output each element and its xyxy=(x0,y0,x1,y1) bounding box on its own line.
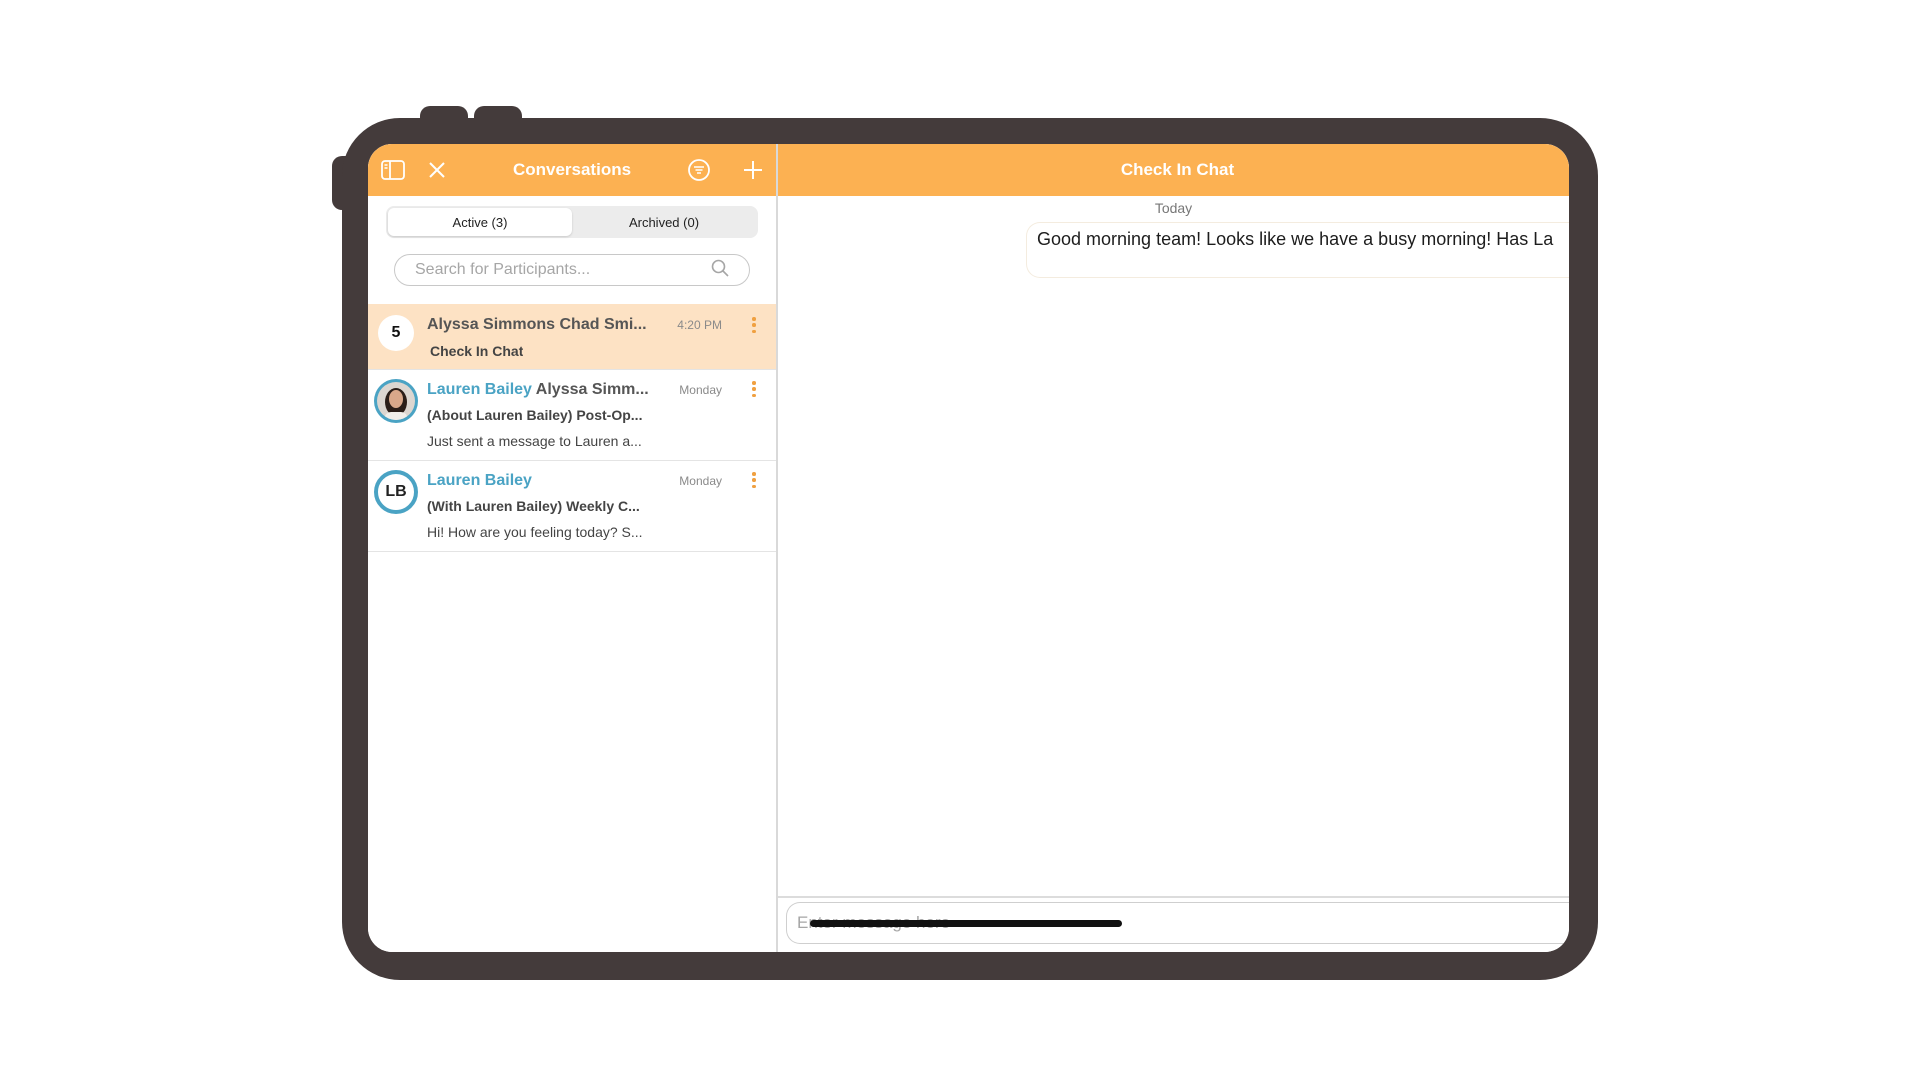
more-options-icon[interactable] xyxy=(748,468,760,492)
chat-pane: Check In Chat Today Good morning team! L… xyxy=(778,144,1569,952)
conversation-participants: Lauren Bailey Alyssa Simm... xyxy=(427,381,649,399)
conversations-pane: Conversations Active (3) Archived (0) 5 xyxy=(368,144,778,952)
conversation-row[interactable]: 5 Alyssa Simmons Chad Smi... Check In Ch… xyxy=(368,304,776,370)
more-options-icon[interactable] xyxy=(748,313,760,337)
tab-active[interactable]: Active (3) xyxy=(388,208,572,236)
conversations-header: Conversations xyxy=(368,144,776,196)
participant-search xyxy=(394,254,750,286)
avatar-initials: LB xyxy=(374,470,418,514)
unread-count-badge: 5 xyxy=(378,315,414,351)
conversation-preview: Just sent a message to Lauren a... xyxy=(427,433,642,449)
filter-icon[interactable] xyxy=(686,157,712,183)
conversation-title: (About Lauren Bailey) Post-Op... xyxy=(427,407,643,423)
conversation-participants: Alyssa Simmons Chad Smi... xyxy=(427,316,647,334)
conversation-participants: Lauren Bailey xyxy=(427,472,532,490)
day-separator: Today xyxy=(1154,200,1193,216)
conversation-time: Monday xyxy=(679,474,722,488)
conversation-time: Monday xyxy=(679,383,722,397)
home-indicator[interactable] xyxy=(810,920,1122,927)
participant-names: Alyssa Simm... xyxy=(531,381,649,398)
tab-archived[interactable]: Archived (0) xyxy=(572,208,756,236)
search-icon[interactable] xyxy=(711,259,729,282)
tablet-screen: Conversations Active (3) Archived (0) 5 xyxy=(368,144,1569,952)
close-icon[interactable] xyxy=(424,157,450,183)
participant-names: Alyssa Simmons Chad Smi... xyxy=(427,316,647,333)
sidebar-toggle-icon[interactable] xyxy=(380,157,406,183)
participant-name-highlight: Lauren Bailey xyxy=(427,381,532,398)
conversation-row[interactable]: Lauren Bailey Alyssa Simm... (About Laur… xyxy=(368,370,776,461)
conversation-row[interactable]: LB Lauren Bailey (With Lauren Bailey) We… xyxy=(368,461,776,552)
message-bubble[interactable]: Good morning team! Looks like we have a … xyxy=(1026,222,1569,278)
conversation-title: Check In Chat xyxy=(430,343,524,359)
more-options-icon[interactable] xyxy=(748,377,760,401)
conversation-list: 5 Alyssa Simmons Chad Smi... Check In Ch… xyxy=(368,304,776,552)
avatar xyxy=(374,379,418,423)
conversation-time: 4:20 PM xyxy=(677,318,722,332)
chat-title: Check In Chat xyxy=(1120,160,1235,179)
chat-header: Check In Chat xyxy=(778,144,1569,196)
participant-name-highlight: Lauren Bailey xyxy=(427,472,532,489)
status-segmented-control: Active (3) Archived (0) xyxy=(386,206,758,238)
conversation-title: (With Lauren Bailey) Weekly C... xyxy=(427,498,640,514)
conversation-preview: Hi! How are you feeling today? S... xyxy=(427,524,643,540)
plus-icon[interactable] xyxy=(740,157,766,183)
composer-divider xyxy=(778,896,1569,898)
search-input[interactable] xyxy=(415,261,711,279)
